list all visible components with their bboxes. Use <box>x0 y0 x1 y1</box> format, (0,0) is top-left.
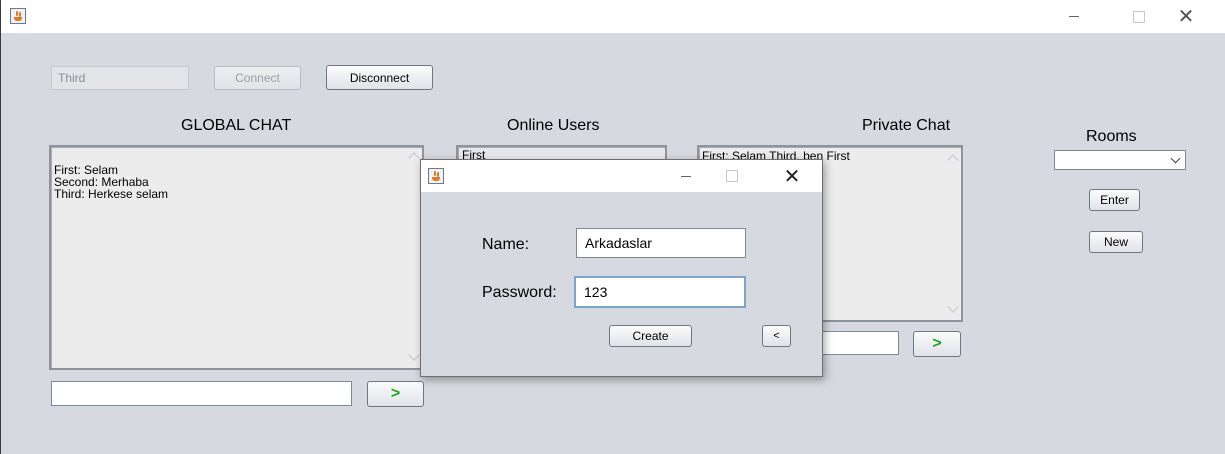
connect-button: Connect <box>214 66 301 90</box>
private-chat-title: Private Chat <box>862 117 951 134</box>
rooms-title: Rooms <box>1086 128 1137 145</box>
room-name-input[interactable]: Arkadaslar <box>576 228 746 258</box>
global-chat-area[interactable]: First: Selam Second: Merhaba Third: Herk… <box>49 145 424 370</box>
java-cup-icon <box>10 8 26 24</box>
close-icon[interactable]: ✕ <box>1163 0 1209 33</box>
maximize-icon <box>1116 0 1162 33</box>
back-button[interactable]: < <box>762 325 791 347</box>
maximize-icon <box>709 160 755 192</box>
rooms-dropdown[interactable] <box>1054 150 1186 170</box>
create-room-button[interactable]: Create <box>609 325 692 347</box>
new-room-button[interactable]: New <box>1089 231 1143 253</box>
private-send-button[interactable]: > <box>913 331 961 357</box>
global-chat-input[interactable] <box>51 381 352 406</box>
disconnect-button[interactable]: Disconnect <box>326 65 433 90</box>
dialog-title-bar: ✕ <box>421 160 822 192</box>
chevron-down-icon <box>1170 153 1181 164</box>
username-field: Third <box>51 66 189 90</box>
close-icon[interactable]: ✕ <box>769 160 815 192</box>
password-label: Password: <box>482 284 557 301</box>
scroll-up-icon[interactable] <box>948 153 958 163</box>
create-room-dialog: ✕ Name: Arkadaslar Password: 123 Create … <box>420 159 823 377</box>
minimize-icon[interactable] <box>1051 0 1097 33</box>
enter-room-button[interactable]: Enter <box>1089 189 1140 211</box>
scroll-up-icon[interactable] <box>409 151 419 161</box>
scroll-down-icon[interactable] <box>948 304 958 314</box>
scroll-down-icon[interactable] <box>409 352 419 362</box>
name-label: Name: <box>482 236 530 253</box>
global-chat-title: GLOBAL CHAT <box>181 117 292 134</box>
java-cup-icon <box>428 168 444 184</box>
main-title-bar: ✕ <box>1 0 1225 33</box>
minimize-icon[interactable] <box>663 160 709 192</box>
room-password-input[interactable]: 123 <box>574 276 746 308</box>
global-chat-message: Third: Herkese selam <box>54 187 169 201</box>
global-send-button[interactable]: > <box>367 381 424 407</box>
online-users-title: Online Users <box>507 117 600 134</box>
